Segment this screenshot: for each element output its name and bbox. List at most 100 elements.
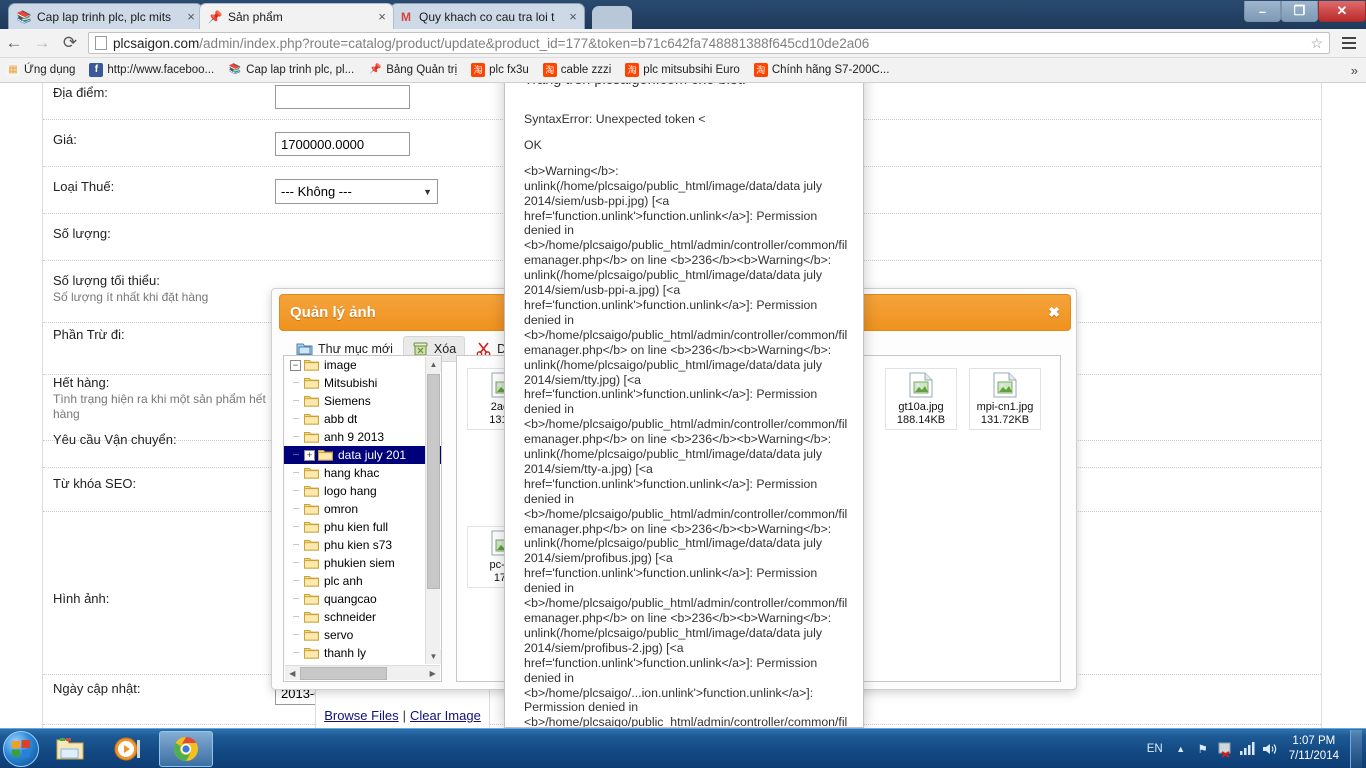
books-icon: 📚 <box>228 64 242 75</box>
bookmark-admin[interactable]: 📌 Bảng Quản trị <box>368 63 457 77</box>
browser-tab-2[interactable]: 📌 Sản phẩm × <box>199 3 394 29</box>
tree-indent: ┈ <box>292 629 300 641</box>
bookmark-apps[interactable]: ▦ Ứng dụng <box>6 63 75 77</box>
folder-name: servo <box>324 628 354 642</box>
scroll-thumb[interactable] <box>299 666 388 680</box>
folder-tree-rows: − image ┈ Mitsubishi ┈ Siemens ┈ abb dt ┈ anh 9 2… <box>284 356 441 662</box>
folder-tree-item[interactable]: ┈ schneider <box>284 608 441 626</box>
scroll-left-icon[interactable]: ◀ <box>285 666 300 681</box>
image-actions: Browse Files | Clear Image <box>315 708 490 723</box>
price-input[interactable]: 1700000.0000 <box>275 132 410 156</box>
maximize-button[interactable]: ❐ <box>1281 1 1318 22</box>
network-error-icon[interactable] <box>1214 729 1236 768</box>
scroll-thumb[interactable] <box>427 374 440 589</box>
folder-tree-item[interactable]: ┈ Siemens <box>284 392 441 410</box>
folder-tree-item[interactable]: ┈ anh 9 2013 <box>284 428 441 446</box>
signal-bars-icon[interactable] <box>1236 729 1258 768</box>
bookmark-plc-fx3u[interactable]: 淘 plc fx3u <box>471 63 529 77</box>
folder-tree[interactable]: − image ┈ Mitsubishi ┈ Siemens ┈ abb dt ┈ anh 9 2… <box>283 355 442 682</box>
file-thumbnail[interactable]: mpi-cn1.jpg 131.72KB <box>969 368 1041 430</box>
bookmark-plc-mitsubsihi[interactable]: 淘 plc mitsubsihi Euro <box>625 63 740 77</box>
language-indicator[interactable]: EN <box>1140 729 1170 768</box>
tab-strip: 📚 Cap lap trinh plc, plc mits × 📌 Sản ph… <box>0 0 1366 29</box>
facebook-icon: f <box>89 63 104 77</box>
folder-tree-item[interactable]: ┈ servo <box>284 626 441 644</box>
tab-title: Cap lap trinh plc, plc mits <box>37 9 172 24</box>
folder-name: Mitsubishi <box>324 376 378 390</box>
folder-tree-item[interactable]: ┈ logo hang <box>284 482 441 500</box>
folder-tree-item[interactable]: ┈ phukien siem <box>284 554 441 572</box>
folder-tree-item[interactable]: ┈ phu kien full <box>284 518 441 536</box>
bookmark-plc[interactable]: 📚 Cap lap trinh plc, pl... <box>228 63 354 77</box>
folder-tree-item[interactable]: ┈ + data july 201 <box>284 446 441 464</box>
field-label: Giá: <box>53 132 77 147</box>
reload-icon[interactable]: ⟳ <box>56 29 84 57</box>
volume-icon[interactable] <box>1258 729 1280 768</box>
address-bar[interactable]: plcsaigon.com/admin/index.php?route=cata… <box>88 32 1330 54</box>
folder-icon <box>304 611 319 623</box>
bookmark-label: http://www.faceboo... <box>107 64 215 76</box>
taskbar-item-explorer[interactable] <box>43 731 97 767</box>
folder-tree-item[interactable]: ┈ quangcao <box>284 590 441 608</box>
scroll-right-icon[interactable]: ▶ <box>425 666 440 681</box>
bookmark-s7-200c[interactable]: 淘 Chính hãng S7-200C... <box>753 63 889 77</box>
tax-class-select[interactable]: --- Không --- ▼ <box>275 179 438 204</box>
folder-icon <box>304 593 319 605</box>
scroll-up-icon[interactable]: ▲ <box>426 357 441 372</box>
folder-name: Siemens <box>324 394 371 408</box>
tree-indent: ┈ <box>292 575 300 587</box>
folder-tree-item[interactable]: ┈ omron <box>284 500 441 518</box>
tree-indent: ┈ <box>292 431 300 443</box>
tab-close-icon[interactable]: × <box>566 10 580 23</box>
bookmark-label: Cap lap trinh plc, pl... <box>246 64 355 76</box>
browser-tab-1[interactable]: 📚 Cap lap trinh plc, plc mits × <box>8 3 203 29</box>
folder-tree-item[interactable]: − image <box>284 356 441 374</box>
bookmark-star-icon[interactable]: ☆ <box>1302 35 1323 52</box>
browse-files-link[interactable]: Browse Files <box>324 708 398 723</box>
file-thumbnail[interactable]: gt10a.jpg 188.14KB <box>885 368 957 430</box>
bookmark-cable-zzzi[interactable]: 淘 cable zzzi <box>542 63 611 77</box>
back-icon[interactable]: ← <box>0 29 28 57</box>
folder-tree-item[interactable]: ┈ Mitsubishi <box>284 374 441 392</box>
new-tab-button[interactable] <box>592 6 632 29</box>
tab-close-icon[interactable]: × <box>184 10 198 23</box>
field-label-text: Số lượng tối thiểu: <box>53 273 160 288</box>
folder-tree-horizontal-scrollbar[interactable]: ◀ ▶ <box>285 665 440 680</box>
folder-name: hang khac <box>324 466 380 480</box>
folder-tree-vertical-scrollbar[interactable]: ▲ ▼ <box>425 357 441 664</box>
location-input[interactable] <box>275 85 410 109</box>
bookmark-label: plc mitsubsihi Euro <box>643 64 740 76</box>
new-folder-label: Thư mục mới <box>318 342 393 356</box>
clock[interactable]: 1:07 PM 7/11/2014 <box>1280 734 1348 764</box>
start-button[interactable] <box>3 730 39 767</box>
forward-icon[interactable]: → <box>28 29 56 57</box>
folder-tree-item[interactable]: ┈ thanh ly <box>284 644 441 662</box>
chrome-menu-icon[interactable] <box>1336 29 1362 57</box>
folder-tree-item[interactable]: ┈ phu kien s73 <box>284 536 441 554</box>
scroll-down-icon[interactable]: ▼ <box>426 649 441 664</box>
show-desktop-button[interactable] <box>1350 729 1362 768</box>
delete-label: Xóa <box>433 342 457 356</box>
tree-expand-toggle[interactable]: − <box>290 359 301 371</box>
folder-tree-item[interactable]: ┈ hang khac <box>284 464 441 482</box>
show-hidden-icons-icon[interactable]: ▲ <box>1170 729 1192 768</box>
bookmarks-overflow-icon[interactable]: » <box>1351 63 1358 78</box>
folder-tree-item[interactable]: ┈ plc anh <box>284 572 441 590</box>
tree-indent: ┈ <box>292 485 300 497</box>
minimize-button[interactable]: – <box>1244 1 1281 22</box>
close-window-button[interactable]: ✕ <box>1318 1 1366 22</box>
taskbar-item-chrome[interactable] <box>159 730 213 767</box>
bookmarks-bar: ▦ Ứng dụng f http://www.faceboo... 📚 Cap… <box>0 58 1366 83</box>
tab-close-icon[interactable]: × <box>375 10 389 23</box>
folder-icon <box>304 521 319 533</box>
action-center-flag-icon[interactable]: ⚑ <box>1192 729 1214 768</box>
tree-expand-toggle[interactable]: + <box>304 449 315 461</box>
close-icon[interactable]: ✖ <box>1048 304 1060 321</box>
folder-tree-item[interactable]: ┈ abb dt <box>284 410 441 428</box>
field-label: Hết hàng: Tình trạng hiện ra khi một sản… <box>43 375 275 422</box>
clear-image-link[interactable]: Clear Image <box>410 708 481 723</box>
folder-icon <box>304 467 319 479</box>
browser-tab-3[interactable]: M Quy khach co cau tra loi t × <box>390 3 585 29</box>
bookmark-facebook[interactable]: f http://www.faceboo... <box>89 63 214 77</box>
taskbar-item-media-player[interactable] <box>101 731 155 767</box>
